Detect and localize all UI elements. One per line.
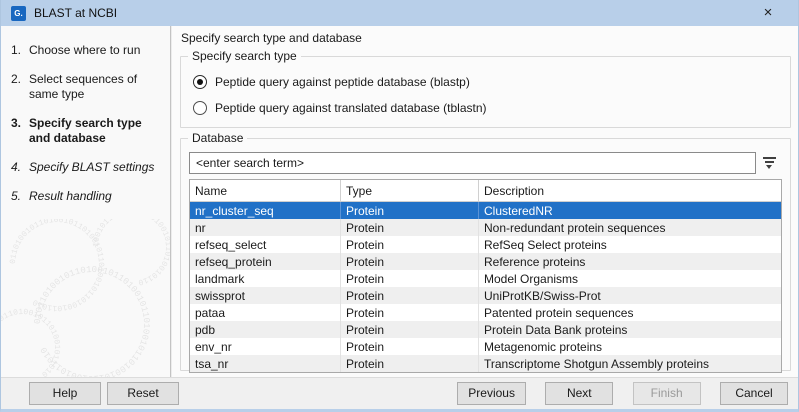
table-row-refseq-protein[interactable]: refseq_protein Protein Reference protein… [190,253,781,270]
table-row-tsa-nr[interactable]: tsa_nr Protein Transcriptome Shotgun Ass… [190,355,781,372]
cell-type: Protein [341,304,479,321]
cell-name: swissprot [190,287,341,304]
step-specify-search-type-current: 3. Specify search type and database [11,116,164,146]
table-row-env-nr[interactable]: env_nr Protein Metagenomic proteins [190,338,781,355]
step-number: 2. [11,72,29,102]
cell-name: pdb [190,321,341,338]
search-type-groupbox: Specify search type Peptide query agains… [180,56,791,128]
help-button[interactable]: Help [29,382,101,405]
radio-blastp[interactable]: Peptide query against peptide database (… [193,75,782,89]
table-row-nr-cluster-seq[interactable]: nr_cluster_seq Protein ClusteredNR [190,202,781,219]
cell-type: Protein [341,338,479,355]
reset-button[interactable]: Reset [107,382,179,405]
cell-name: nr_cluster_seq [190,202,341,219]
table-row-pataa[interactable]: pataa Protein Patented protein sequences [190,304,781,321]
step-label: Select sequences of same type [29,72,164,102]
cell-type: Protein [341,355,479,372]
cell-type: Protein [341,253,479,270]
step-label: Specify BLAST settings [29,160,164,175]
step-number: 5. [11,189,29,204]
binary-spiral-watermark: 0110100101101001011010010110100101101001… [1,219,171,377]
cell-description: Patented protein sequences [479,304,781,321]
step-select-sequences: 2. Select sequences of same type [11,72,164,102]
cell-type: Protein [341,321,479,338]
search-type-group-label: Specify search type [188,49,301,64]
title-bar: G. BLAST at NCBI × [1,0,798,26]
database-search-input[interactable] [189,152,756,174]
cell-name: refseq_select [190,236,341,253]
table-row-pdb[interactable]: pdb Protein Protein Data Bank proteins [190,321,781,338]
previous-button[interactable]: Previous [457,382,526,405]
table-header-row: Name Type Description [190,180,781,202]
table-row-nr[interactable]: nr Protein Non-redundant protein sequenc… [190,219,781,236]
cell-name: nr [190,219,341,236]
cell-description: Non-redundant protein sequences [479,219,781,236]
cell-type: Protein [341,236,479,253]
step-number: 3. [11,116,29,146]
cell-description: ClusteredNR [479,202,781,219]
step-label: Specify search type and database [29,116,164,146]
cell-description: Protein Data Bank proteins [479,321,781,338]
cell-name: landmark [190,270,341,287]
wizard-steps-sidebar: 1. Choose where to run 2. Select sequenc… [1,26,171,377]
cell-description: RefSeq Select proteins [479,236,781,253]
column-header-type[interactable]: Type [341,180,479,201]
step-number: 4. [11,160,29,175]
blast-wizard-dialog: G. BLAST at NCBI × 1. Choose where to ru… [0,0,799,412]
column-header-name[interactable]: Name [190,180,341,201]
radio-unselected-icon[interactable] [193,101,207,115]
column-header-description[interactable]: Description [479,180,781,201]
cell-description: Model Organisms [479,270,781,287]
database-group-label: Database [188,131,247,146]
finish-button: Finish [633,382,701,405]
cell-description: UniProtKB/Swiss-Prot [479,287,781,304]
table-row-swissprot[interactable]: swissprot Protein UniProtKB/Swiss-Prot [190,287,781,304]
wizard-main-panel: Specify search type and database Specify… [171,26,798,377]
page-title: Specify search type and database [181,31,791,45]
step-number: 1. [11,43,29,58]
step-specify-blast-settings: 4. Specify BLAST settings [11,160,164,175]
cancel-button[interactable]: Cancel [720,382,788,405]
cell-name: env_nr [190,338,341,355]
next-button[interactable]: Next [545,382,613,405]
step-label: Choose where to run [29,43,164,58]
cell-name: tsa_nr [190,355,341,372]
svg-text:1010010110100101101001011010: 1010010110100101101001011010 [1,308,61,377]
cell-type: Protein [341,219,479,236]
database-table: Name Type Description nr_cluster_seq Pro… [189,179,782,373]
radio-tblastn-label: Peptide query against translated databas… [215,101,487,115]
step-label: Result handling [29,189,164,204]
radio-selected-icon[interactable] [193,75,207,89]
step-result-handling: 5. Result handling [11,189,164,204]
window-title: BLAST at NCBI [34,6,117,20]
radio-blastp-label: Peptide query against peptide database (… [215,75,470,89]
close-icon[interactable]: × [754,0,782,26]
database-groupbox: Database Name Type Description nr_cluste… [180,138,791,371]
cell-type: Protein [341,202,479,219]
step-choose-where-to-run: 1. Choose where to run [11,43,164,58]
radio-tblastn[interactable]: Peptide query against translated databas… [193,101,782,115]
cell-description: Transcriptome Shotgun Assembly proteins [479,355,781,372]
table-row-landmark[interactable]: landmark Protein Model Organisms [190,270,781,287]
cell-type: Protein [341,270,479,287]
app-icon: G. [11,6,26,21]
table-row-refseq-select[interactable]: refseq_select Protein RefSeq Select prot… [190,236,781,253]
cell-name: pataa [190,304,341,321]
cell-name: refseq_protein [190,253,341,270]
footer-button-bar: Help Reset Previous Next Finish Cancel [1,377,798,409]
cell-description: Reference proteins [479,253,781,270]
filter-icon[interactable] [756,152,782,174]
cell-description: Metagenomic proteins [479,338,781,355]
cell-type: Protein [341,287,479,304]
